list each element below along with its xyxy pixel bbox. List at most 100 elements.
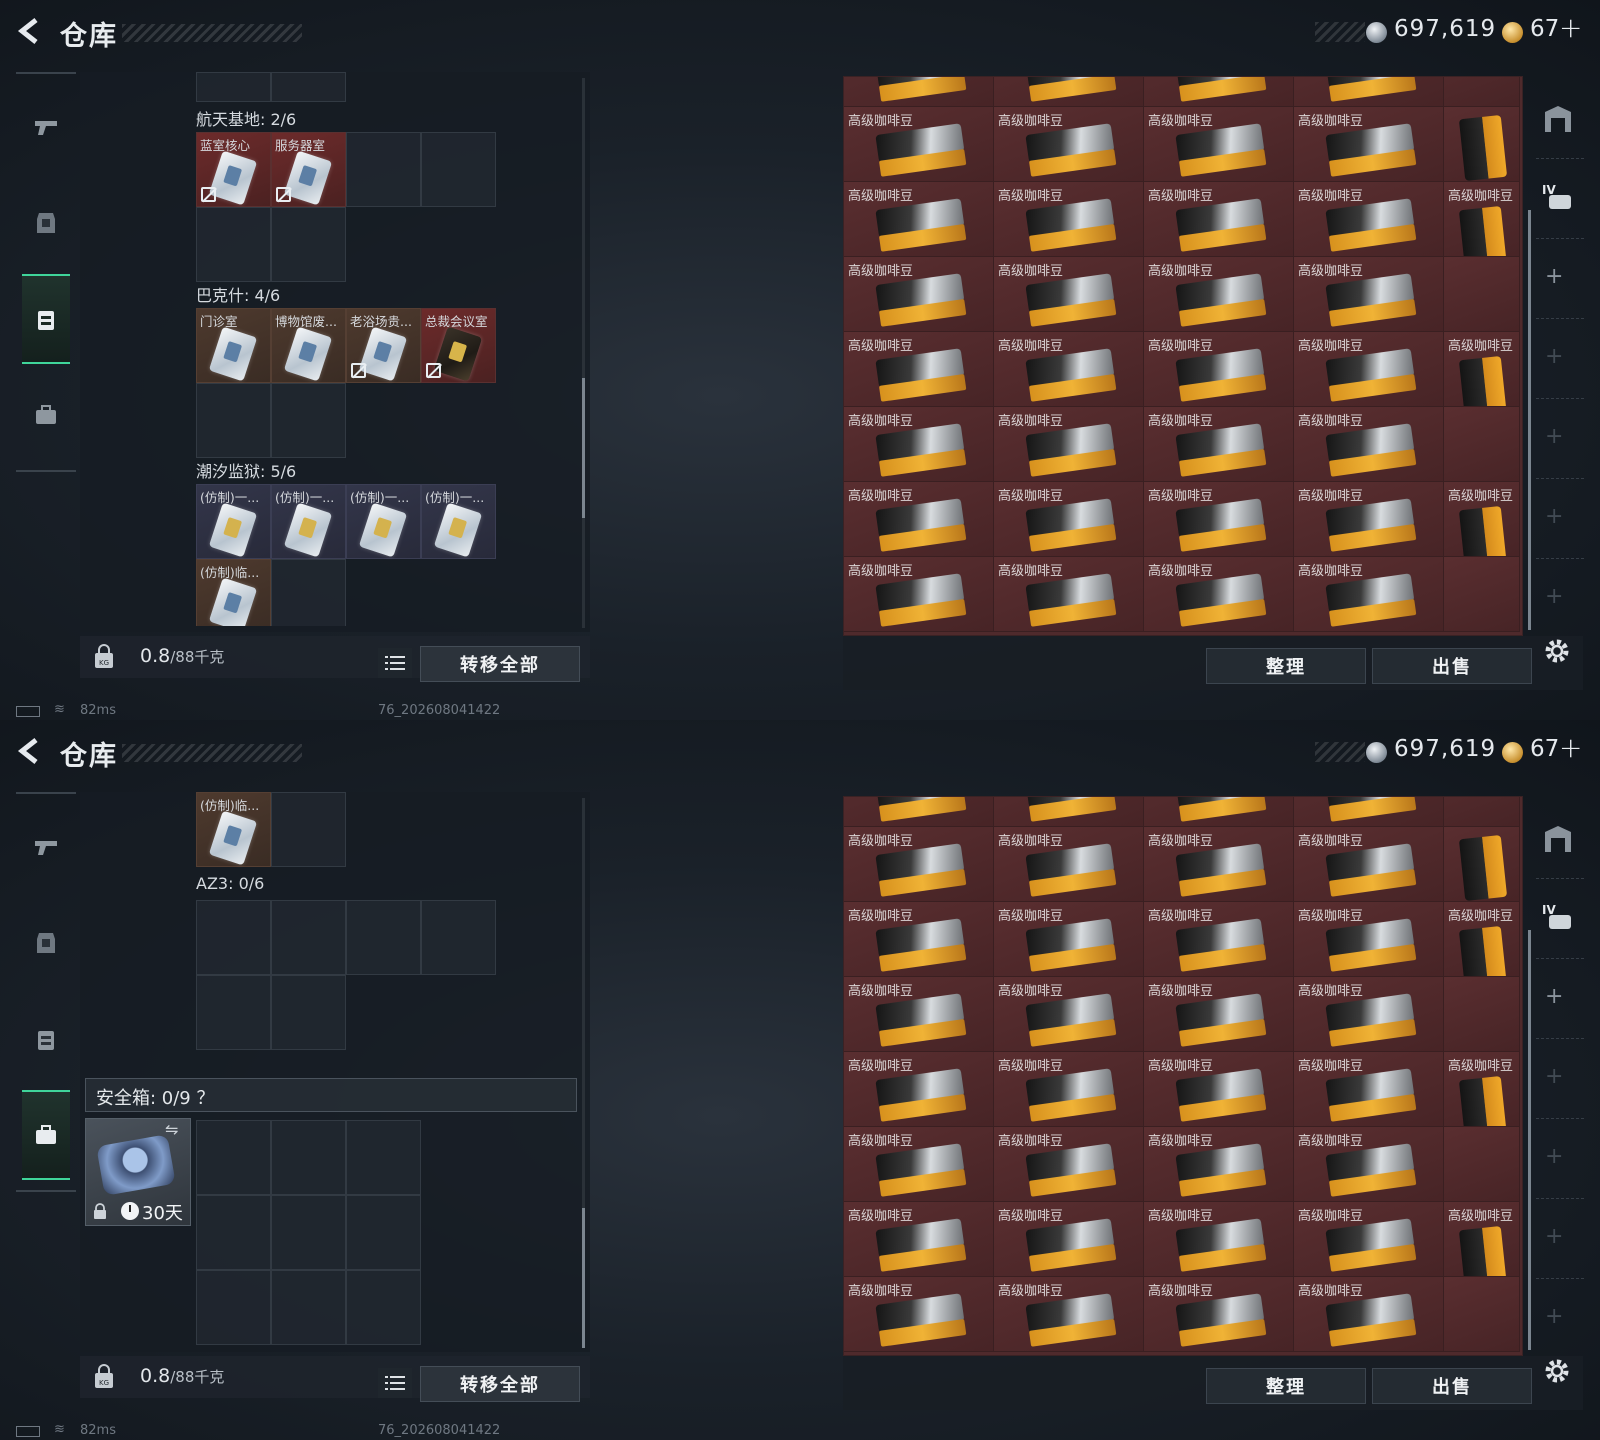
slot-empty[interactable] [271, 207, 346, 282]
storage-tab-icon[interactable] [1541, 822, 1575, 856]
item-coffee-bag[interactable] [1444, 77, 1520, 107]
item-coffee-beans[interactable]: 高级咖啡豆 [1144, 797, 1294, 827]
item-coffee-beans[interactable]: 高级咖啡豆 [1294, 482, 1444, 557]
item-coffee-bag[interactable]: 高级咖啡豆 [1444, 902, 1520, 977]
item-coffee-beans[interactable]: 高级咖啡豆 [844, 1127, 994, 1202]
item-coffee-beans[interactable]: 高级咖啡豆 [1144, 557, 1294, 632]
slot-empty[interactable] [271, 1195, 346, 1270]
item-coffee-beans[interactable]: 高级咖啡豆 [844, 1277, 994, 1352]
item-keycard[interactable]: 蓝室核心 [196, 132, 271, 207]
item-coffee-beans[interactable]: 高级咖啡豆 [994, 482, 1144, 557]
item-coffee-beans[interactable]: 高级咖啡豆 [1294, 407, 1444, 482]
slot-empty[interactable] [196, 1270, 271, 1345]
storage-scrollbar[interactable] [1528, 930, 1531, 1350]
item-coffee-beans[interactable]: 高级咖啡豆 [1144, 407, 1294, 482]
item-coffee-beans[interactable]: 高级咖啡豆 [1294, 182, 1444, 257]
item-coffee-beans[interactable]: 高级咖啡豆 [994, 107, 1144, 182]
item-coffee-beans[interactable]: 高级咖啡豆 [994, 827, 1144, 902]
slot-empty[interactable] [271, 559, 346, 626]
item-coffee-bag[interactable] [1444, 1277, 1520, 1352]
add-tab-button[interactable]: + [1545, 1064, 1563, 1089]
item-coffee-beans[interactable]: 高级咖啡豆 [994, 902, 1144, 977]
item-coffee-beans[interactable]: 高级咖啡豆 [844, 257, 994, 332]
item-coffee-beans[interactable]: 高级咖啡豆 [994, 182, 1144, 257]
item-keycard[interactable]: (仿制)一... [271, 484, 346, 559]
gear-icon[interactable] [1542, 636, 1572, 666]
slot-empty[interactable] [196, 207, 271, 282]
sort-button[interactable]: 整理 [1206, 648, 1366, 684]
item-coffee-beans[interactable]: 高级咖啡豆 [1294, 332, 1444, 407]
slot-empty[interactable] [196, 72, 271, 102]
slot-empty[interactable] [196, 900, 271, 975]
rail-tab-armor[interactable] [22, 178, 70, 268]
slot-empty[interactable] [346, 1195, 421, 1270]
rail-tab-backpack[interactable] [22, 274, 70, 364]
item-coffee-beans[interactable]: 高级咖啡豆 [1144, 1127, 1294, 1202]
swap-icon[interactable]: ⇋ [165, 1120, 178, 1139]
item-coffee-bag[interactable] [1444, 257, 1520, 332]
slot-empty[interactable] [346, 900, 421, 975]
item-coffee-beans[interactable]: 高级咖啡豆 [1144, 332, 1294, 407]
sort-button[interactable]: 整理 [1206, 1368, 1366, 1404]
safebox-title[interactable]: 安全箱: 0/9 ？ [96, 1084, 214, 1110]
item-coffee-beans[interactable]: 高级咖啡豆 [1144, 257, 1294, 332]
item-coffee-beans[interactable]: 高级咖啡豆 [1294, 1052, 1444, 1127]
left-scrollbar[interactable] [582, 798, 585, 1348]
item-coffee-beans[interactable]: 高级咖啡豆 [844, 77, 994, 107]
transfer-all-button[interactable]: 转移全部 [420, 646, 580, 682]
back-arrow-icon[interactable] [14, 16, 44, 46]
rail-tab-armor[interactable] [22, 898, 70, 988]
item-coffee-beans[interactable]: 高级咖啡豆 [1294, 1277, 1444, 1352]
rail-tab-safebox[interactable] [22, 370, 70, 460]
transfer-all-button[interactable]: 转移全部 [420, 1366, 580, 1402]
item-coffee-beans[interactable]: 高级咖啡豆 [1144, 1202, 1294, 1277]
add-tab-button[interactable]: + [1545, 984, 1563, 1009]
item-coffee-beans[interactable]: 高级咖啡豆 [1294, 1127, 1444, 1202]
slot-empty[interactable] [196, 1120, 271, 1195]
item-coffee-bag[interactable] [1444, 797, 1520, 827]
item-coffee-beans[interactable]: 高级咖啡豆 [994, 77, 1144, 107]
item-coffee-bag[interactable] [1444, 827, 1520, 902]
item-keycard[interactable]: 总裁会议室 [421, 308, 496, 383]
item-coffee-beans[interactable]: 高级咖啡豆 [1144, 827, 1294, 902]
slot-empty[interactable] [421, 900, 496, 975]
item-coffee-beans[interactable]: 高级咖啡豆 [844, 557, 994, 632]
item-coffee-beans[interactable]: 高级咖啡豆 [844, 107, 994, 182]
item-coffee-beans[interactable]: 高级咖啡豆 [1294, 827, 1444, 902]
add-tab-button[interactable]: + [1545, 264, 1563, 289]
item-coffee-beans[interactable]: 高级咖啡豆 [1294, 797, 1444, 827]
item-keycard[interactable]: 服务器室 [271, 132, 346, 207]
item-coffee-bag[interactable]: 高级咖啡豆 [1444, 332, 1520, 407]
slot-empty[interactable] [271, 1120, 346, 1195]
item-coffee-beans[interactable]: 高级咖啡豆 [1144, 1052, 1294, 1127]
add-currency-button[interactable]: + [1559, 731, 1582, 764]
item-keycard[interactable]: (仿制)一... [196, 484, 271, 559]
item-coffee-beans[interactable]: 高级咖啡豆 [844, 182, 994, 257]
slot-empty[interactable] [271, 1270, 346, 1345]
back-arrow-icon[interactable] [14, 736, 44, 766]
item-coffee-beans[interactable]: 高级咖啡豆 [1294, 977, 1444, 1052]
item-coffee-beans[interactable]: 高级咖啡豆 [994, 557, 1144, 632]
item-coffee-beans[interactable]: 高级咖啡豆 [1294, 902, 1444, 977]
slot-empty[interactable] [346, 1270, 421, 1345]
item-coffee-bag[interactable]: 高级咖啡豆 [1444, 182, 1520, 257]
slot-empty[interactable] [346, 132, 421, 207]
add-tab-button[interactable]: + [1545, 584, 1563, 609]
item-coffee-bag[interactable] [1444, 557, 1520, 632]
storage-tab-iv-icon[interactable]: IV [1541, 180, 1575, 214]
item-coffee-beans[interactable]: 高级咖啡豆 [994, 407, 1144, 482]
slot-empty[interactable] [271, 900, 346, 975]
add-tab-button[interactable]: + [1545, 1144, 1563, 1169]
item-coffee-beans[interactable]: 高级咖啡豆 [1144, 482, 1294, 557]
item-coffee-beans[interactable]: 高级咖啡豆 [994, 1127, 1144, 1202]
item-coffee-beans[interactable]: 高级咖啡豆 [1144, 1277, 1294, 1352]
item-coffee-beans[interactable]: 高级咖啡豆 [1144, 77, 1294, 107]
item-coffee-beans[interactable]: 高级咖啡豆 [1294, 1202, 1444, 1277]
slot-empty[interactable] [346, 1120, 421, 1195]
item-coffee-beans[interactable]: 高级咖啡豆 [844, 827, 994, 902]
item-coffee-bag[interactable] [1444, 977, 1520, 1052]
item-keycard[interactable]: (仿制)临... [196, 559, 271, 626]
sell-button[interactable]: 出售 [1372, 648, 1532, 684]
list-view-button[interactable] [378, 1368, 412, 1398]
storage-scrollbar[interactable] [1528, 210, 1531, 630]
